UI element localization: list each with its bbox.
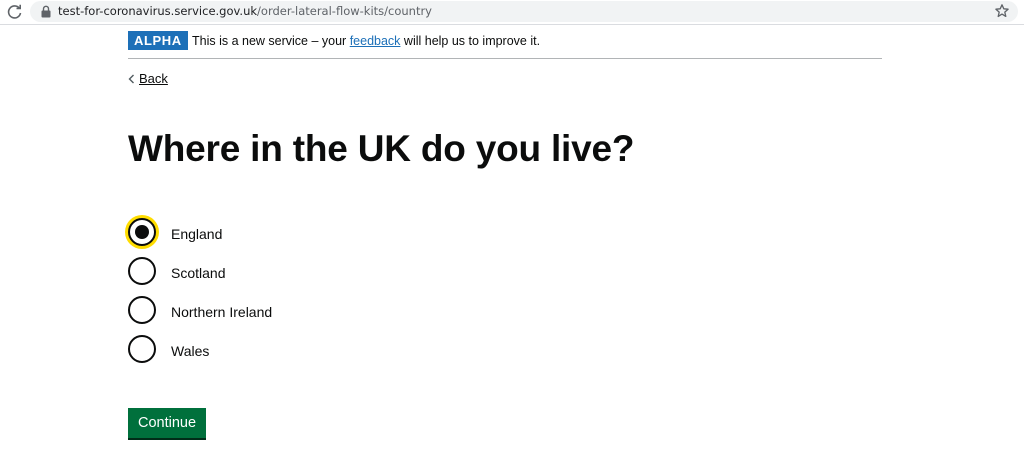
url-path: /order-lateral-flow-kits/country: [257, 4, 432, 18]
continue-button[interactable]: Continue: [128, 408, 206, 438]
radio-label[interactable]: Wales: [171, 343, 209, 359]
radio-scotland[interactable]: Scotland: [128, 255, 388, 289]
browser-toolbar: test-for-coronavirus.service.gov.uk/orde…: [0, 0, 1024, 25]
radio-england[interactable]: England: [128, 216, 388, 250]
lock-icon[interactable]: [40, 5, 52, 18]
radio-button[interactable]: [128, 218, 156, 246]
address-bar[interactable]: test-for-coronavirus.service.gov.uk/orde…: [30, 1, 1018, 22]
url-host: test-for-coronavirus.service.gov.uk: [58, 4, 258, 18]
radio-label[interactable]: Scotland: [171, 265, 225, 281]
alpha-tag: ALPHA: [128, 31, 188, 50]
phase-banner-text: This is a new service – your feedback wi…: [192, 34, 540, 48]
back-link-label: Back: [139, 71, 168, 86]
page-title: Where in the UK do you live?: [128, 128, 635, 169]
radio-northern-ireland[interactable]: Northern Ireland: [128, 294, 388, 328]
radio-button[interactable]: [128, 257, 156, 285]
radio-label[interactable]: Northern Ireland: [171, 304, 272, 320]
radio-button[interactable]: [128, 296, 156, 324]
bookmark-star-icon[interactable]: [994, 3, 1010, 19]
feedback-link[interactable]: feedback: [350, 34, 401, 48]
radio-label[interactable]: England: [171, 226, 222, 242]
url-text[interactable]: test-for-coronavirus.service.gov.uk/orde…: [58, 4, 432, 18]
phase-banner: ALPHA This is a new service – your feedb…: [128, 30, 882, 59]
radio-wales[interactable]: Wales: [128, 333, 388, 367]
chevron-left-icon: [128, 74, 134, 83]
radio-button[interactable]: [128, 335, 156, 363]
back-link[interactable]: Back: [128, 71, 168, 86]
reload-icon[interactable]: [6, 3, 24, 21]
phase-text-after: will help us to improve it.: [400, 34, 541, 48]
phase-text-before: This is a new service – your: [192, 34, 350, 48]
